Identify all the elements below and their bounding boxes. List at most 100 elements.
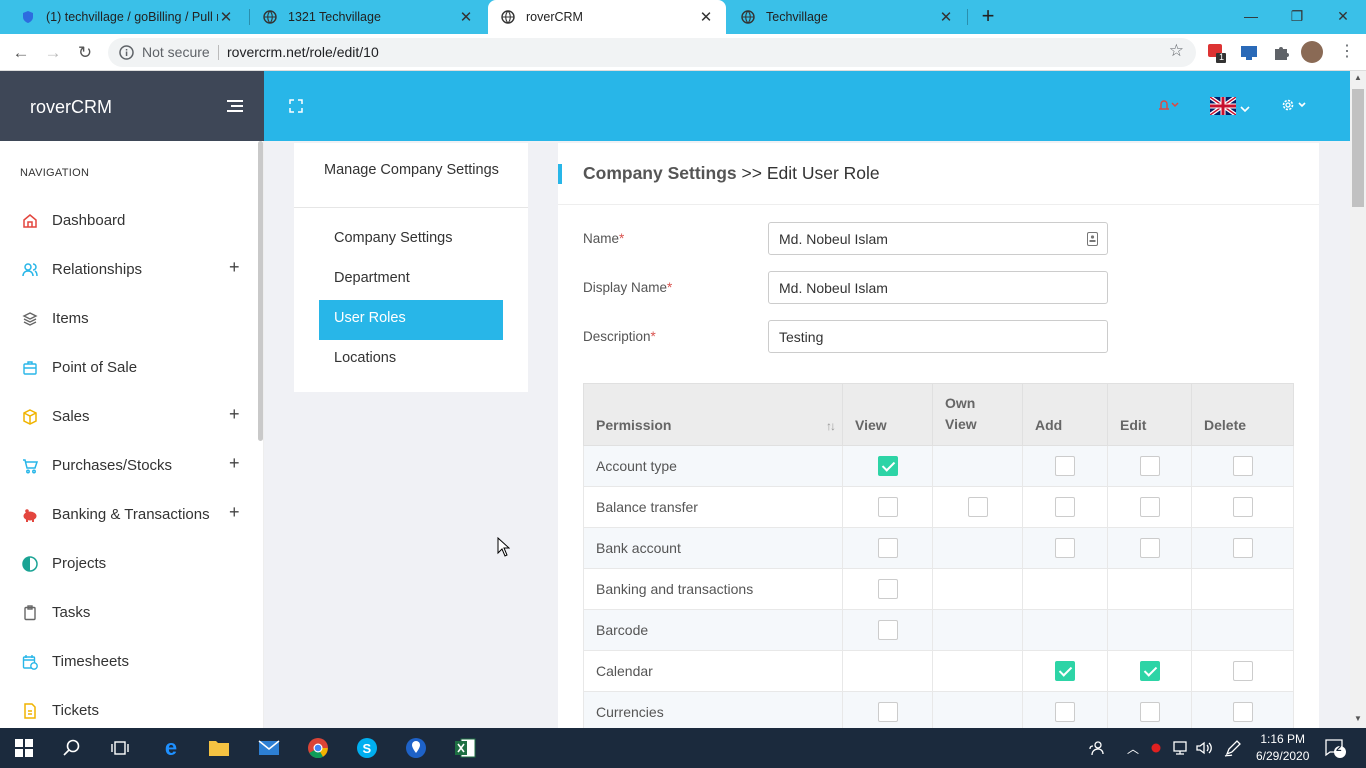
delete-checkbox[interactable] [1232,538,1253,558]
close-window-button[interactable]: ✕ [1320,4,1366,28]
close-tab-icon[interactable]: ✕ [218,8,234,26]
scroll-down-icon[interactable]: ▼ [1354,714,1362,723]
bell-icon[interactable] [1157,97,1181,118]
new-tab-button[interactable]: + [976,4,1000,28]
profile-avatar[interactable] [1301,41,1323,63]
extensions-puzzle-icon[interactable] [1270,41,1292,63]
link-user-roles[interactable]: User Roles [319,300,503,340]
expand-plus-icon[interactable]: + [229,453,240,474]
menu-toggle-icon[interactable] [227,100,243,112]
sidebar-item-banking-transactions[interactable]: Banking & Transactions + [0,495,264,535]
add-checkbox[interactable] [1055,702,1075,722]
link-company-settings[interactable]: Company Settings [319,220,503,260]
link-locations[interactable]: Locations [319,340,503,380]
delete-checkbox[interactable] [1232,661,1253,681]
sidebar-item-dashboard[interactable]: Dashboard [0,201,264,241]
delete-checkbox[interactable] [1232,497,1253,517]
people-icon[interactable] [1084,736,1108,760]
delete-checkbox[interactable] [1232,702,1253,722]
pen-icon[interactable] [1221,736,1245,760]
browser-menu-icon[interactable]: ⋮ [1336,41,1358,63]
sidebar-item-point-of-sale[interactable]: Point of Sale [0,348,264,388]
view-checkbox[interactable] [877,538,898,558]
volume-icon[interactable] [1192,736,1216,760]
sidebar-item-items[interactable]: Items [0,299,264,339]
uk-flag-icon[interactable] [1208,95,1238,120]
reload-icon[interactable]: ↻ [74,42,96,64]
close-tab-icon[interactable]: ✕ [458,8,474,26]
browser-tab-2[interactable]: 1321 Techvillage ✕ [250,0,486,34]
scroll-up-icon[interactable]: ▲ [1354,73,1362,82]
sidebar-item-purchases-stocks[interactable]: Purchases/Stocks + [0,446,264,486]
url-text[interactable]: rovercrm.net/role/edit/10 [227,44,379,60]
notifications-icon[interactable]: 2 [1323,736,1347,760]
minimize-button[interactable]: — [1228,4,1274,28]
excel-icon[interactable] [453,736,477,760]
file-explorer-icon[interactable] [207,736,231,760]
chevron-down-icon[interactable] [1240,100,1250,118]
record-tray-icon[interactable] [1144,736,1168,760]
add-checkbox[interactable] [1055,456,1075,476]
back-icon[interactable]: ← [10,42,32,64]
gear-icon[interactable] [1280,97,1310,118]
fullscreen-icon[interactable] [289,99,303,118]
forward-icon[interactable]: → [42,42,64,64]
sidebar-scrollbar[interactable] [258,141,263,441]
close-tab-icon[interactable]: ✕ [938,8,954,26]
sidebar-item-sales[interactable]: Sales + [0,397,264,437]
column-header-permission[interactable]: Permission ↑↓ [583,383,843,446]
expand-plus-icon[interactable]: + [229,404,240,425]
breadcrumb-parent[interactable]: Company Settings [583,163,737,183]
display-name-field[interactable]: Md. Nobeul Islam [768,271,1108,304]
sidebar-item-projects[interactable]: Projects [0,544,264,584]
scrollbar-thumb[interactable] [1352,89,1364,207]
sidebar-item-tickets[interactable]: Tickets [0,691,264,731]
delete-checkbox[interactable] [1232,456,1253,476]
search-icon[interactable] [60,736,84,760]
expand-plus-icon[interactable]: + [229,257,240,278]
tray-chevron-up-icon[interactable]: ︿ [1121,736,1145,760]
add-checkbox[interactable] [1055,661,1075,681]
view-checkbox[interactable] [877,497,898,517]
mail-icon[interactable] [257,736,281,760]
restore-button[interactable]: ❐ [1274,4,1320,28]
extension-red-icon[interactable]: 1 [1206,41,1228,63]
add-checkbox[interactable] [1055,497,1075,517]
contact-card-icon[interactable] [1087,232,1098,249]
edge-browser-icon[interactable]: e [159,735,183,760]
sort-icon[interactable]: ↑↓ [826,419,836,433]
close-tab-icon[interactable]: ✕ [698,8,714,26]
windows-start-icon[interactable] [12,736,36,760]
sidebar-item-tasks[interactable]: Tasks [0,593,264,633]
edit-checkbox[interactable] [1139,702,1160,722]
maps-pin-icon[interactable] [404,736,428,760]
bookmark-star-icon[interactable]: ☆ [1169,41,1184,61]
skype-icon[interactable]: S [355,736,379,760]
edit-checkbox[interactable] [1139,538,1160,558]
edit-checkbox[interactable] [1139,661,1160,681]
info-icon[interactable] [119,45,134,63]
expand-plus-icon[interactable]: + [229,502,240,523]
omnibox[interactable]: Not secure rovercrm.net/role/edit/10 ☆ [108,38,1196,67]
view-checkbox[interactable] [877,620,898,640]
browser-tab-1[interactable]: (1) techvillage / goBilling / Pull re ✕ [8,0,246,34]
view-checkbox[interactable] [877,456,898,476]
app-brand[interactable]: roverCRM [30,97,112,118]
system-clock[interactable]: 1:16 PM 6/29/2020 [1256,731,1309,765]
sidebar-item-relationships[interactable]: Relationships + [0,250,264,290]
description-field[interactable]: Testing [768,320,1108,353]
edit-checkbox[interactable] [1139,456,1160,476]
view-checkbox[interactable] [877,579,898,599]
own-view-checkbox[interactable] [967,497,988,517]
extension-monitor-icon[interactable] [1238,41,1260,63]
view-checkbox[interactable] [877,702,898,722]
task-view-icon[interactable] [108,736,132,760]
sidebar-item-timesheets[interactable]: Timesheets [0,642,264,682]
add-checkbox[interactable] [1055,538,1075,558]
network-icon[interactable] [1169,736,1193,760]
chrome-icon[interactable] [306,736,330,760]
edit-checkbox[interactable] [1139,497,1160,517]
name-field[interactable]: Md. Nobeul Islam [768,222,1108,255]
browser-tab-4[interactable]: Techvillage ✕ [728,0,966,34]
page-scrollbar[interactable]: ▲ ▼ [1350,71,1366,728]
